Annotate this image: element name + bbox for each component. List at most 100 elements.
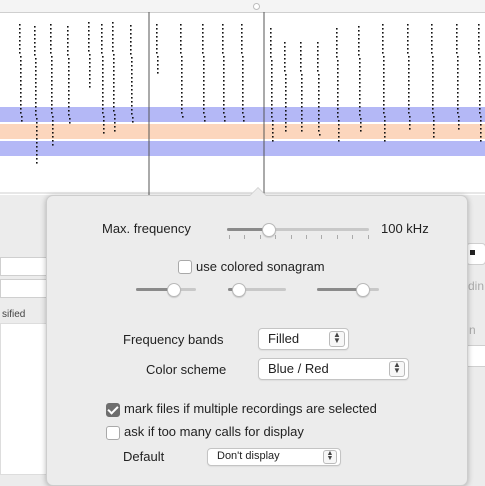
call-dot: [101, 24, 103, 26]
call-dot: [358, 26, 360, 28]
call-dot: [88, 22, 90, 24]
max-frequency-slider[interactable]: [227, 228, 369, 231]
ask-too-many-calls-label[interactable]: ask if too many calls for display: [124, 424, 304, 439]
call-dot: [358, 42, 360, 44]
call-dot: [114, 114, 116, 116]
call-dot: [242, 92, 244, 94]
call-dot: [478, 28, 480, 30]
call-dot: [431, 32, 433, 34]
call-dot: [223, 100, 225, 102]
call-dot: [20, 60, 22, 62]
call-dot: [383, 72, 385, 74]
call-dot: [270, 32, 272, 34]
call-dot: [271, 104, 273, 106]
default-popup[interactable]: Don't display ▲ ▼: [207, 448, 341, 466]
call-dot: [202, 40, 204, 42]
call-dot: [285, 102, 287, 104]
mark-files-label[interactable]: mark files if multiple recordings are se…: [124, 401, 377, 416]
use-colored-sonagram-checkbox[interactable]: [178, 260, 192, 274]
call-dot: [224, 120, 226, 122]
sonagram-contrast-slider[interactable]: [136, 288, 196, 291]
scroll-knob[interactable]: [253, 3, 260, 10]
call-dot: [384, 124, 386, 126]
call-dot: [359, 90, 361, 92]
call-dot: [89, 74, 91, 76]
call-dot: [384, 120, 386, 122]
color-scheme-popup[interactable]: Blue / Red ▲ ▼: [258, 358, 409, 380]
call-dot: [114, 122, 116, 124]
call-dot: [433, 116, 435, 118]
call-dot: [383, 112, 385, 114]
call-dot: [131, 57, 133, 59]
call-dot: [458, 124, 460, 126]
call-dot: [180, 44, 182, 46]
call-dot: [180, 40, 182, 42]
max-frequency-slider-thumb[interactable]: [262, 223, 277, 237]
sonogram-view[interactable]: [0, 0, 485, 195]
background-field-1[interactable]: [0, 257, 48, 276]
slider-tick: [259, 235, 261, 239]
background-field-2[interactable]: [0, 279, 48, 298]
mark-files-checkbox[interactable]: [106, 403, 120, 417]
background-button-right[interactable]: [466, 243, 485, 265]
call-dot: [203, 108, 205, 110]
call-dot: [89, 86, 91, 88]
sonagram-gain-slider-thumb[interactable]: [355, 283, 370, 297]
call-dot: [383, 84, 385, 86]
sonagram-contrast-slider-thumb[interactable]: [167, 283, 182, 297]
call-dot: [336, 48, 338, 50]
call-dot: [271, 100, 273, 102]
call-dot: [20, 92, 22, 94]
background-field-right[interactable]: [466, 345, 485, 367]
background-field-3[interactable]: [0, 323, 48, 475]
call-dot: [180, 32, 182, 34]
call-dot: [301, 82, 303, 84]
chevron-updown-icon: ▲ ▼: [389, 361, 405, 377]
call-dot: [202, 28, 204, 30]
call-dot: [102, 56, 104, 58]
call-dot: [409, 124, 411, 126]
frequency-bands-popup[interactable]: Filled ▲ ▼: [258, 328, 349, 350]
call-dot: [382, 40, 384, 42]
call-dot: [101, 44, 103, 46]
call-dot: [478, 32, 480, 34]
call-dot: [223, 60, 225, 62]
sonagram-brightness-slider-thumb[interactable]: [232, 283, 247, 297]
call-dot: [36, 118, 38, 120]
call-dot: [337, 112, 339, 114]
call-dot: [319, 134, 321, 136]
call-dot: [337, 96, 339, 98]
ask-too-many-calls-checkbox[interactable]: [106, 426, 120, 440]
call-dot: [359, 74, 361, 76]
call-dot: [130, 49, 132, 51]
call-dot: [68, 86, 70, 88]
call-dot: [432, 84, 434, 86]
call-dot: [271, 64, 273, 66]
call-dot: [222, 40, 224, 42]
call-dot: [241, 32, 243, 34]
background-right-fragment-2: n: [469, 323, 476, 337]
sonagram-gain-slider[interactable]: [317, 288, 379, 291]
call-dot: [300, 46, 302, 48]
call-dot: [271, 92, 273, 94]
call-dot: [20, 68, 22, 70]
call-dot: [102, 96, 104, 98]
call-dot: [34, 38, 36, 40]
call-dot: [241, 44, 243, 46]
call-dot: [52, 128, 54, 130]
call-dot: [317, 50, 319, 52]
slider-tick: [275, 235, 277, 239]
call-dot: [408, 68, 410, 70]
call-dot: [102, 100, 104, 102]
call-dot: [270, 44, 272, 46]
call-dot: [51, 88, 53, 90]
call-dot: [204, 116, 206, 118]
call-dot: [157, 68, 159, 70]
call-dot: [202, 36, 204, 38]
call-dot: [203, 80, 205, 82]
call-dot: [337, 92, 339, 94]
use-colored-sonagram-label[interactable]: use colored sonagram: [196, 259, 325, 274]
call-dot: [284, 66, 286, 68]
call-dot: [112, 42, 114, 44]
call-dot: [301, 122, 303, 124]
